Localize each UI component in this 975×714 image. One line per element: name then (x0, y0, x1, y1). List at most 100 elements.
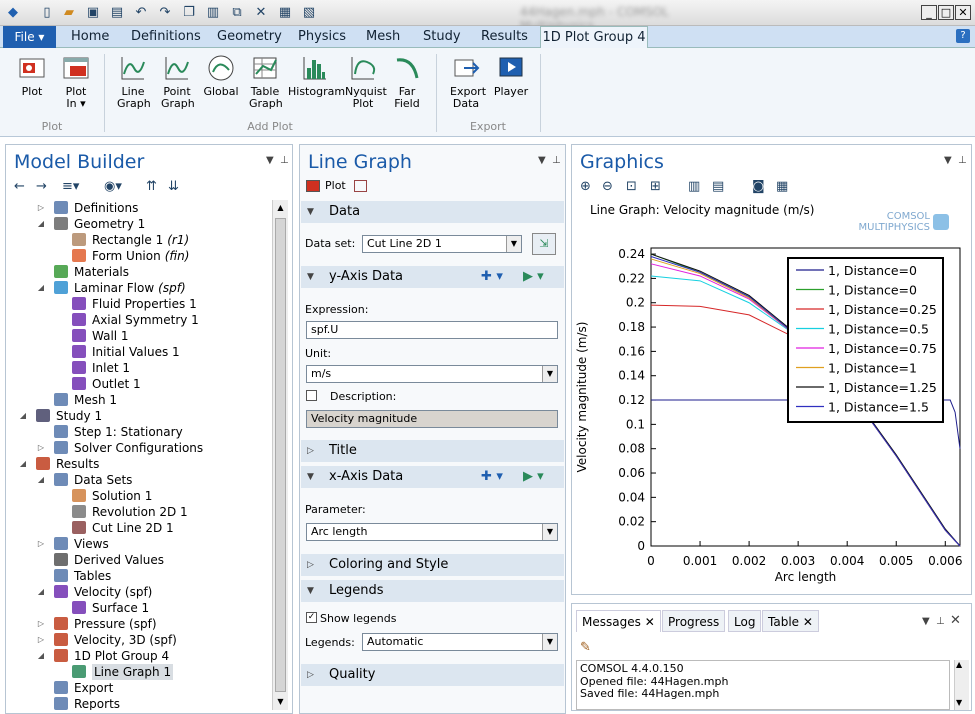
show-icon[interactable]: ◉▾ (104, 179, 122, 195)
panel-menu-icon[interactable]: ▼ (266, 155, 274, 166)
print-icon[interactable]: ▦ (776, 179, 788, 195)
tab-study[interactable]: Study (423, 26, 461, 48)
list-view-icon[interactable]: ≡▾ (62, 179, 79, 195)
tree-item[interactable]: Tables (12, 568, 272, 584)
paste-icon[interactable]: ▥ (204, 4, 222, 22)
legends-select[interactable]: Automatic ▼ (362, 633, 558, 651)
section-legends[interactable]: ▼ Legends (301, 580, 564, 602)
tree-toggle-icon[interactable]: ◢ (36, 216, 46, 232)
add-expression-icon[interactable]: ✚ ▾ (481, 466, 503, 488)
help-button[interactable]: ? (956, 29, 970, 43)
tree-scrollbar[interactable]: ▲ ▼ (272, 200, 288, 710)
player-button[interactable]: Player (492, 54, 530, 98)
tree-item[interactable]: Surface 1 (12, 600, 272, 616)
settings-plot-button[interactable]: Plot (325, 179, 346, 192)
tab-mesh[interactable]: Mesh (366, 26, 400, 48)
tab-physics[interactable]: Physics (298, 26, 346, 48)
dataset-select[interactable]: Cut Line 2D 1 ▼ (362, 235, 522, 253)
plot-in-button[interactable]: Plot In ▾ (56, 54, 96, 110)
replace-expression-icon[interactable]: ▶ ▾ (523, 266, 544, 288)
tree-item[interactable]: ▷ Pressure (spf) (12, 616, 272, 632)
tree-item[interactable]: ▷ Definitions (12, 200, 272, 216)
tab-results[interactable]: Results (481, 26, 528, 48)
parameter-select[interactable]: Arc length ▼ (306, 523, 558, 541)
tree-item[interactable]: ◢ Data Sets (12, 472, 272, 488)
undo-icon[interactable]: ↶ (132, 4, 150, 22)
tree-toggle-icon[interactable]: ◢ (36, 280, 46, 296)
tree-item[interactable]: Form Union (fin) (12, 248, 272, 264)
add-expression-icon[interactable]: ✚ ▾ (481, 266, 503, 288)
tree-item[interactable]: Derived Values (12, 552, 272, 568)
nyquist-plot-button[interactable]: Nyquist Plot (342, 54, 387, 110)
tree-item[interactable]: Outlet 1 (12, 376, 272, 392)
tree-item[interactable]: Solution 1 (12, 488, 272, 504)
section-y-axis[interactable]: ▼ y-Axis Data ✚ ▾ ▶ ▾ (301, 266, 564, 288)
tree-item[interactable]: Mesh 1 (12, 392, 272, 408)
plot-small-icon[interactable] (306, 180, 320, 192)
zoom-in-icon[interactable]: ⊕ (580, 179, 591, 195)
export-data-button[interactable]: Export Data (446, 54, 486, 110)
file-menu[interactable]: File ▾ (3, 26, 56, 48)
tab-geometry[interactable]: Geometry (217, 26, 282, 48)
pin-icon[interactable]: ⊥ (958, 155, 967, 166)
windows-icon[interactable]: ▧ (300, 4, 318, 22)
save-as-icon[interactable]: ▤ (108, 4, 126, 22)
tree-toggle-icon[interactable]: ▷ (36, 632, 46, 648)
tree-item[interactable]: Cut Line 2D 1 (12, 520, 272, 536)
camera-icon[interactable]: ◙ (752, 179, 765, 195)
section-title[interactable]: ▷ Title (301, 440, 564, 462)
build-icon[interactable]: ▦ (276, 4, 294, 22)
pin-icon[interactable]: ⊥ (552, 155, 561, 166)
tree-item[interactable]: ◢ Study 1 (12, 408, 272, 424)
close-panel-icon[interactable]: ✕ (950, 613, 961, 628)
replace-expression-icon[interactable]: ▶ ▾ (523, 466, 544, 488)
expand-icon[interactable]: ⇊ (168, 179, 179, 195)
scroll-down-icon[interactable]: ▼ (956, 698, 962, 707)
x-grid-icon[interactable]: ▥ (688, 179, 700, 195)
table-graph-button[interactable]: Table Graph (244, 54, 286, 110)
tree-item[interactable]: ▷ Solver Configurations (12, 440, 272, 456)
copy-icon[interactable]: ❐ (180, 4, 198, 22)
expression-input[interactable]: spf.U (306, 321, 558, 339)
tree-item[interactable]: ◢ Laminar Flow (spf) (12, 280, 272, 296)
section-quality[interactable]: ▷ Quality (301, 664, 564, 686)
tree-item[interactable]: ◢ Geometry 1 (12, 216, 272, 232)
pin-icon[interactable]: ⊥ (936, 616, 945, 627)
open-icon[interactable]: ▰ (60, 4, 78, 22)
tree-item[interactable]: Fluid Properties 1 (12, 296, 272, 312)
minimize-button[interactable]: _ (921, 5, 937, 20)
forward-icon[interactable]: → (36, 179, 47, 195)
tree-toggle-icon[interactable]: ◢ (36, 648, 46, 664)
tree-toggle-icon[interactable]: ◢ (18, 456, 28, 472)
new-icon[interactable]: ▯ (38, 4, 56, 22)
scroll-up-icon[interactable]: ▲ (956, 660, 962, 669)
zoom-extents-icon[interactable]: ⊞ (650, 179, 661, 195)
panel-menu-icon[interactable]: ▼ (538, 155, 546, 166)
tree-item[interactable]: Revolution 2D 1 (12, 504, 272, 520)
close-tab-icon[interactable]: ✕ (803, 615, 813, 629)
duplicate-icon[interactable]: ⧉ (228, 4, 246, 22)
tree-item[interactable]: Axial Symmetry 1 (12, 312, 272, 328)
tree-toggle-icon[interactable]: ▷ (36, 440, 46, 456)
back-icon[interactable]: ← (14, 179, 25, 195)
scroll-up-icon[interactable]: ▲ (274, 200, 287, 216)
pin-icon[interactable]: ⊥ (280, 155, 289, 166)
section-x-axis[interactable]: ▼ x-Axis Data ✚ ▾ ▶ ▾ (301, 466, 564, 488)
tree-toggle-icon[interactable]: ▷ (36, 616, 46, 632)
global-button[interactable]: Global (201, 54, 241, 98)
tree-item[interactable]: ▷ Views (12, 536, 272, 552)
histogram-button[interactable]: Histogram (288, 54, 345, 98)
description-checkbox[interactable] (306, 390, 317, 401)
far-field-button[interactable]: Far Field (388, 54, 426, 110)
section-data[interactable]: ▼ Data (301, 201, 564, 223)
tree-item[interactable]: ▷ Velocity, 3D (spf) (12, 632, 272, 648)
show-legends-checkbox[interactable]: ✓ (306, 612, 317, 623)
tree-item[interactable]: Export (12, 680, 272, 696)
clear-icon[interactable]: ✎ (580, 640, 591, 655)
unit-select[interactable]: m/s ▼ (306, 365, 558, 383)
tree-item[interactable]: Reports (12, 696, 272, 710)
tab-definitions[interactable]: Definitions (131, 26, 201, 48)
tree-item[interactable]: Inlet 1 (12, 360, 272, 376)
redo-icon[interactable]: ↷ (156, 4, 174, 22)
tree-item[interactable]: Materials (12, 264, 272, 280)
